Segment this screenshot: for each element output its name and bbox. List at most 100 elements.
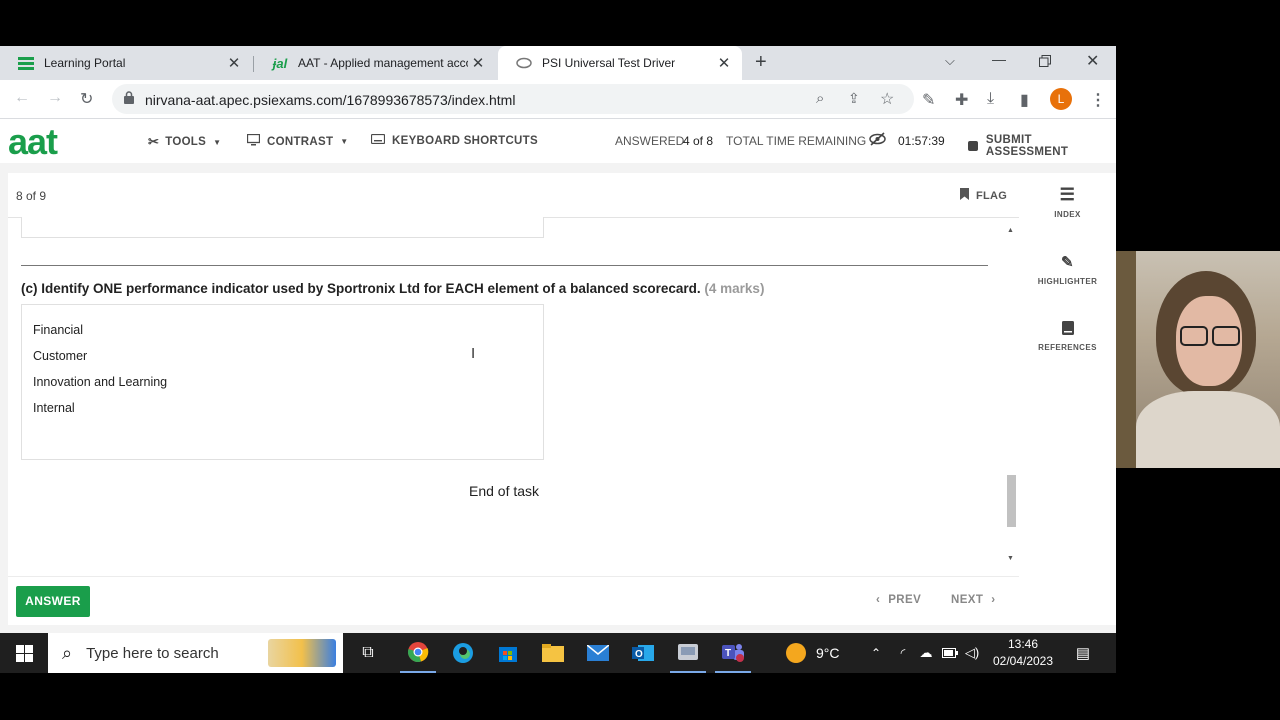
monitor-icon [246,133,261,149]
scrollbar-thumb[interactable] [1007,475,1016,527]
taskbar-clock[interactable]: 13:46 02/04/2023 [990,636,1056,670]
sheets-icon [18,55,34,71]
back-icon[interactable]: ← [14,89,30,107]
psi-favicon-icon [516,55,532,71]
extensions-puzzle-icon[interactable]: ✚ [955,90,968,110]
tools-label: TOOLS [165,136,207,148]
taskbar-search-box[interactable]: ⌕ Type here to search [48,633,343,673]
stop-square-icon [968,141,978,151]
contrast-label: CONTRAST [267,135,334,148]
lock-icon [124,91,134,109]
flag-button[interactable]: FLAG [960,188,1007,203]
notifications-icon[interactable]: ▤ [1068,633,1098,673]
contrast-menu-button[interactable]: CONTRAST ▼ [246,133,349,149]
mail-taskbar-icon[interactable] [580,633,616,673]
close-tab-icon[interactable]: ✕ [468,54,488,72]
svg-text:T: T [725,648,731,659]
prev-label: PREV [888,594,922,606]
forward-icon[interactable]: → [47,89,63,107]
answered-label: ANSWERED [615,134,685,148]
zoom-icon[interactable]: ⌕ [816,90,824,107]
file-explorer-taskbar-icon[interactable] [535,633,571,673]
tab-psi-test-driver[interactable]: PSI Universal Test Driver ✕ [498,46,742,80]
prev-button[interactable]: ‹ PREV [876,594,921,606]
reload-icon[interactable]: ↻ [80,89,93,109]
close-tab-icon[interactable]: ✕ [714,54,734,72]
snipping-tool-taskbar-icon[interactable] [670,633,706,673]
scroll-down-arrow-icon[interactable]: ▼ [1007,555,1014,562]
text-cursor-icon: I [471,345,476,362]
question-text: (c) Identify ONE performance indicator u… [21,281,701,296]
answered-count: 4 of 8 [683,134,714,148]
address-bar[interactable]: nirvana-aat.apec.psiexams.com/1678993678… [112,84,914,114]
menu-kebab-icon[interactable]: ⋮ [1090,90,1106,110]
question-counter: 8 of 9 [16,189,47,203]
webcam-overlay [1116,251,1280,468]
outlook-taskbar-icon[interactable]: O [625,633,661,673]
answer-line-internal: Internal [33,401,75,415]
weather-widget[interactable]: 9°C [786,633,856,673]
section-divider [21,265,988,266]
scroll-up-arrow-icon[interactable]: ▲ [1007,227,1014,234]
footer-divider [8,576,1019,577]
clock-time: 13:46 [1007,637,1039,651]
wrench-icon: ✂ [148,134,160,149]
minimize-icon[interactable]: — [992,51,1006,67]
answer-line-customer: Customer [33,349,88,363]
search-placeholder: Type here to search [86,644,219,662]
edge-taskbar-icon[interactable] [445,633,481,673]
keyboard-shortcuts-button[interactable]: KEYBOARD SHORTCUTS [370,133,538,147]
answer-line-innovation: Innovation and Learning [33,375,168,389]
tab-aat-applied[interactable]: ɉal AAT - Applied management acco ✕ [254,46,496,80]
question-prompt: (c) Identify ONE performance indicator u… [21,281,764,296]
store-taskbar-icon[interactable] [490,633,526,673]
windows-taskbar: ⌕ Type here to search ⧉ O T 9°C ⌃ ◜ ☁ ◁)… [0,633,1116,673]
url-text: nirvana-aat.apec.psiexams.com/1678993678… [145,92,516,108]
volume-icon[interactable]: ◁) [962,633,982,673]
task-view-icon[interactable]: ⧉ [352,633,384,673]
webcam-glasses-left [1180,326,1208,346]
new-tab-icon[interactable]: + [755,51,767,74]
exam-content-area: 8 of 9 FLAG (c) Identify ONE performance… [0,163,1116,633]
teams-taskbar-icon[interactable]: T [715,633,751,673]
next-button[interactable]: NEXT › [951,594,996,606]
browser-tab-strip: Learning Portal ✕ ɉal AAT - Applied mana… [0,46,1116,80]
profile-avatar[interactable]: L [1050,88,1072,110]
previous-answer-box[interactable] [21,217,544,238]
end-of-task-text: End of task [469,483,540,499]
index-label: INDEX [1054,210,1081,219]
browser-toolbar: ← → ↻ nirvana-aat.apec.psiexams.com/1678… [0,80,1116,119]
time-remaining-label: TOTAL TIME REMAINING [726,134,867,148]
side-panel-icon[interactable]: ▮ [1020,90,1029,110]
wifi-icon[interactable]: ◜ [893,633,913,673]
extension-tool-icon[interactable]: ✎ [922,90,935,110]
close-tab-icon[interactable]: ✕ [224,54,244,72]
exam-sidebar: ☰ INDEX ✎ HIGHLIGHTER REFERENCES [1019,173,1116,625]
temperature-text: 9°C [816,645,840,661]
tools-menu-button[interactable]: ✂ TOOLS ▼ [148,134,221,150]
references-button[interactable]: REFERENCES [1019,321,1116,352]
start-windows-icon[interactable] [0,633,48,673]
flag-label: FLAG [976,189,1008,202]
question-scrollbar[interactable]: ▲ ▼ [1006,227,1016,567]
answer-button[interactable]: ANSWER [16,586,90,617]
tab-learning-portal[interactable]: Learning Portal ✕ [0,46,252,80]
hide-timer-eye-icon[interactable] [869,132,886,151]
battery-icon[interactable] [940,633,960,673]
submit-assessment-button[interactable]: SUBMIT ASSESSMENT [968,134,1116,158]
chrome-taskbar-icon[interactable] [400,633,436,673]
download-icon[interactable]: ⤓ [987,90,994,108]
question-panel: 8 of 9 FLAG (c) Identify ONE performance… [8,173,1019,625]
index-button[interactable]: ☰ INDEX [1019,185,1116,219]
onedrive-cloud-icon[interactable]: ☁ [916,633,936,673]
highlighter-button[interactable]: ✎ HIGHLIGHTER [1019,253,1116,286]
close-window-icon[interactable]: ✕ [1086,51,1099,71]
restore-icon[interactable] [1039,54,1051,72]
bookmark-star-icon[interactable]: ☆ [880,89,894,109]
show-hidden-icons-chevron-icon[interactable]: ⌃ [866,633,886,673]
time-remaining-value: 01:57:39 [898,134,945,148]
question-marks: (4 marks) [704,281,765,296]
tab-search-chevron-icon[interactable]: ⌵ [945,53,955,69]
answer-textbox[interactable]: Financial Customer Innovation and Learni… [21,304,544,460]
share-icon[interactable]: ⇪ [848,90,860,107]
